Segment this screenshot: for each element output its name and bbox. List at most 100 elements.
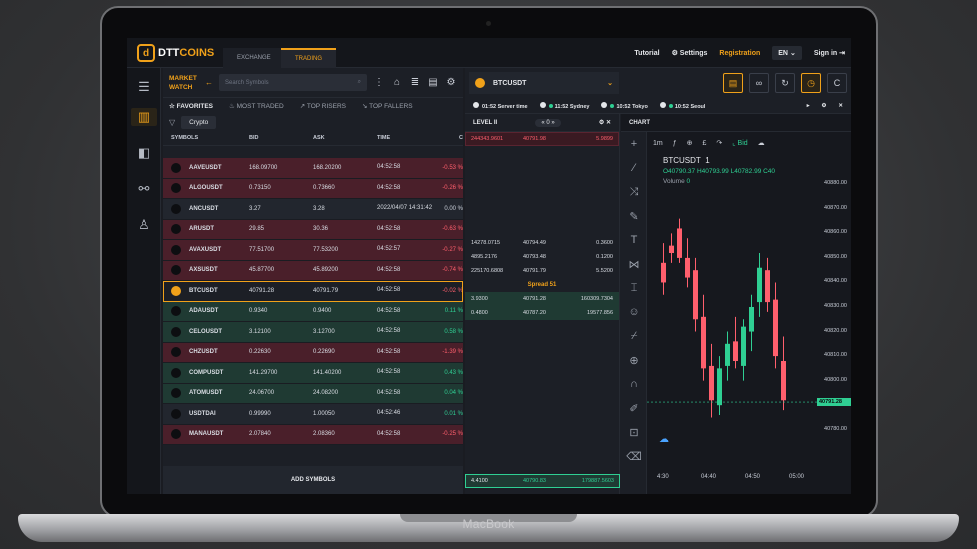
close-icon[interactable]: ✕ bbox=[838, 103, 843, 109]
row-bid: 141.29700 bbox=[249, 369, 278, 376]
instrument-select[interactable]: BTCUSDT ⌄ bbox=[469, 72, 619, 94]
row-time: 04:52:58 bbox=[377, 369, 401, 376]
settings-icon[interactable]: ⚙ bbox=[821, 103, 826, 109]
market-watch-header: MARKET WATCH ← Search Symbols ⌕ ⋮ ⌂ ≣ ▤ … bbox=[163, 68, 463, 98]
orderbook-row[interactable]: 14278.0715 40794.49 0.3600 bbox=[465, 236, 619, 250]
filter-icon[interactable]: ▽ bbox=[169, 118, 175, 127]
next-arrow-icon[interactable]: ▸ bbox=[807, 103, 810, 109]
status-dot bbox=[668, 103, 673, 108]
candle-body bbox=[685, 257, 690, 278]
filter-favorites[interactable]: ☆ FAVORITES bbox=[169, 102, 213, 110]
settings-icon[interactable]: ⚙ bbox=[599, 120, 604, 126]
emoji-icon[interactable]: ☺ bbox=[621, 300, 647, 324]
col-time[interactable]: TIME bbox=[377, 135, 433, 141]
table-row[interactable]: CELOUSDT 3.12100 3.12700 04:52:58 0.58 % bbox=[163, 322, 463, 343]
clock-icon bbox=[539, 101, 546, 108]
filter-top-fallers[interactable]: ↘ TOP FALLERS bbox=[362, 102, 413, 110]
registration-link[interactable]: Registration bbox=[719, 50, 760, 57]
menu-icon[interactable]: ☰ bbox=[135, 78, 153, 96]
signin-link[interactable]: Sign in ⇥ bbox=[814, 49, 845, 57]
filter-top-risers[interactable]: ↗ TOP RISERS bbox=[300, 102, 346, 110]
account-icon[interactable]: ♙ bbox=[135, 216, 153, 234]
orderbook-row[interactable]: 0.4800 40787.20 19577.856 bbox=[465, 306, 619, 320]
row-ask: 0.22690 bbox=[313, 349, 335, 356]
row-ask: 0.73660 bbox=[313, 185, 335, 192]
col-symbols[interactable]: SYMBOLS bbox=[163, 135, 249, 141]
table-row[interactable]: MANAUSDT 2.07840 2.08360 04:52:58 -0.25 % bbox=[163, 424, 463, 445]
row-ask: 168.20200 bbox=[313, 164, 342, 171]
table-row[interactable]: AXSUSDT 45.87700 45.89200 04:52:58 -0.74 % bbox=[163, 260, 463, 281]
table-row[interactable]: ADAUSDT 0.9340 0.9400 04:52:58 0.11 % bbox=[163, 301, 463, 322]
table-row[interactable]: USDTDAI 0.99990 1.00050 04:52:46 0.01 % bbox=[163, 404, 463, 425]
history-icon[interactable]: ↻ bbox=[775, 73, 795, 93]
share-icon[interactable]: ⚯ bbox=[135, 180, 153, 198]
tab-exchange[interactable]: EXCHANGE bbox=[223, 48, 285, 68]
row-bid: 3.27 bbox=[249, 205, 261, 212]
crosshair-icon[interactable]: + bbox=[621, 132, 647, 156]
settings-icon[interactable]: ⚙ bbox=[445, 77, 457, 88]
language-select[interactable]: EN ⌄ bbox=[772, 46, 802, 60]
portfolio-icon[interactable]: ◧ bbox=[135, 144, 153, 162]
col-ask[interactable]: ASK bbox=[313, 135, 377, 141]
tab-trading[interactable]: TRADING bbox=[281, 48, 336, 68]
depth-stepper[interactable]: « 0 » bbox=[535, 118, 561, 127]
refresh-icon[interactable]: C bbox=[827, 73, 847, 93]
ruler-icon[interactable]: ⌿ bbox=[621, 324, 647, 348]
unlock-icon[interactable]: ⊡ bbox=[621, 420, 647, 444]
row-symbol: ANCUSDT bbox=[163, 203, 249, 214]
measure-icon[interactable]: ⌶ bbox=[621, 276, 647, 300]
pattern-icon[interactable]: ⋈ bbox=[621, 252, 647, 276]
top-ask-row[interactable]: 244343.9601 40791.98 5.9899 bbox=[465, 132, 619, 146]
trading-icon[interactable]: ▥ bbox=[131, 108, 157, 126]
orderbook-row[interactable]: 225170.6808 40791.79 5.5200 bbox=[465, 264, 619, 278]
table-row[interactable]: CHZUSDT 0.22630 0.22690 04:52:58 -1.39 % bbox=[163, 342, 463, 363]
filter-most-traded[interactable]: ♨ MOST TRADED bbox=[229, 102, 284, 110]
table-row[interactable]: BTCUSDT 40791.28 40791.79 04:52:58 -0.02 % bbox=[163, 281, 463, 302]
more-icon[interactable]: ⋮ bbox=[373, 77, 385, 88]
zoom-icon[interactable]: ⊕ bbox=[621, 348, 647, 372]
chart-plot[interactable]: 1m ƒ ⊕ £ ↷ ⌞ Bid ☁ BTCUSDT 1 O40790.37 H… bbox=[647, 132, 851, 494]
orderbook-row[interactable]: 3.9300 40791.28 160309.7304 bbox=[465, 292, 619, 306]
table-row[interactable]: ARUSDT 29.85 30.36 04:52:58 -0.63 % bbox=[163, 219, 463, 240]
trendline-icon[interactable]: ⁄ bbox=[621, 156, 647, 180]
table-row[interactable]: COMPUSDT 141.29700 141.40200 04:52:58 0.43 % bbox=[163, 363, 463, 384]
fib-icon[interactable]: ⤨ bbox=[621, 180, 647, 204]
coin-icon bbox=[171, 162, 181, 173]
coin-icon bbox=[171, 347, 181, 358]
table-row[interactable]: ATOMUSDT 24.06700 24.08200 04:52:58 0.04 % bbox=[163, 383, 463, 404]
side-nav: ☰ ▥ ◧ ⚯ ♙ bbox=[127, 68, 161, 494]
link-icon[interactable]: ∞ bbox=[749, 73, 769, 93]
add-symbols-button[interactable]: ADD SYMBOLS bbox=[163, 466, 463, 494]
table-row[interactable]: AAVEUSDT 168.09700 168.20200 04:52:58 -0.53 … bbox=[163, 158, 463, 179]
logo[interactable]: d DTTCOINS bbox=[137, 42, 214, 64]
grid-view-icon[interactable]: ▤ bbox=[427, 77, 439, 88]
table-row[interactable]: ANCUSDT 3.27 3.28 2022/04/07 14:31:42 0.00 % bbox=[163, 199, 463, 220]
lock-drawing-icon[interactable]: ✐ bbox=[621, 396, 647, 420]
category-chip[interactable]: Crypto bbox=[181, 115, 217, 129]
row-change: -0.02 % bbox=[442, 287, 463, 294]
drawing-toolbar: + ⁄ ⤨ ✎ T ⋈ ⌶ ☺ ⌿ ⊕ ∩ ✐ ⊡ ⌫ bbox=[621, 132, 647, 494]
orderbook-layout-icon[interactable]: ▤ bbox=[723, 73, 743, 93]
row-bid: 3.12100 bbox=[249, 328, 271, 335]
brush-icon[interactable]: ✎ bbox=[621, 204, 647, 228]
col-change[interactable]: C bbox=[433, 135, 463, 141]
table-row[interactable]: ALGOUSDT 0.73150 0.73660 04:52:58 -0.26 % bbox=[163, 178, 463, 199]
col-bid[interactable]: BID bbox=[249, 135, 313, 141]
signal-icon[interactable]: ⌂ bbox=[391, 77, 403, 88]
magnet-icon[interactable]: ∩ bbox=[621, 372, 647, 396]
last-trade-row[interactable]: 4.4100 40790.83 179887.5603 bbox=[465, 474, 620, 488]
orderbook-row[interactable]: 4895.2176 40793.48 0.1200 bbox=[465, 250, 619, 264]
list-view-icon[interactable]: ≣ bbox=[409, 77, 421, 88]
close-icon[interactable]: ✕ bbox=[606, 120, 611, 126]
text-icon[interactable]: T bbox=[621, 228, 647, 252]
row-bid: 0.73150 bbox=[249, 185, 271, 192]
trash-icon[interactable]: ⌫ bbox=[621, 444, 647, 468]
collapse-arrow-icon[interactable]: ← bbox=[205, 78, 213, 87]
search-input[interactable]: Search Symbols ⌕ bbox=[219, 74, 367, 91]
table-row[interactable]: AVAXUSDT 77.51700 77.53200 04:52:57 -0.27 % bbox=[163, 240, 463, 261]
settings-link[interactable]: ⚙ Settings bbox=[672, 49, 708, 57]
tutorial-link[interactable]: Tutorial bbox=[634, 50, 659, 57]
row-ask: 141.40200 bbox=[313, 369, 342, 376]
bids-list: 3.9300 40791.28 160309.7304 0.4800 40787.20 1… bbox=[465, 292, 619, 320]
clock-icon[interactable]: ◷ bbox=[801, 73, 821, 93]
